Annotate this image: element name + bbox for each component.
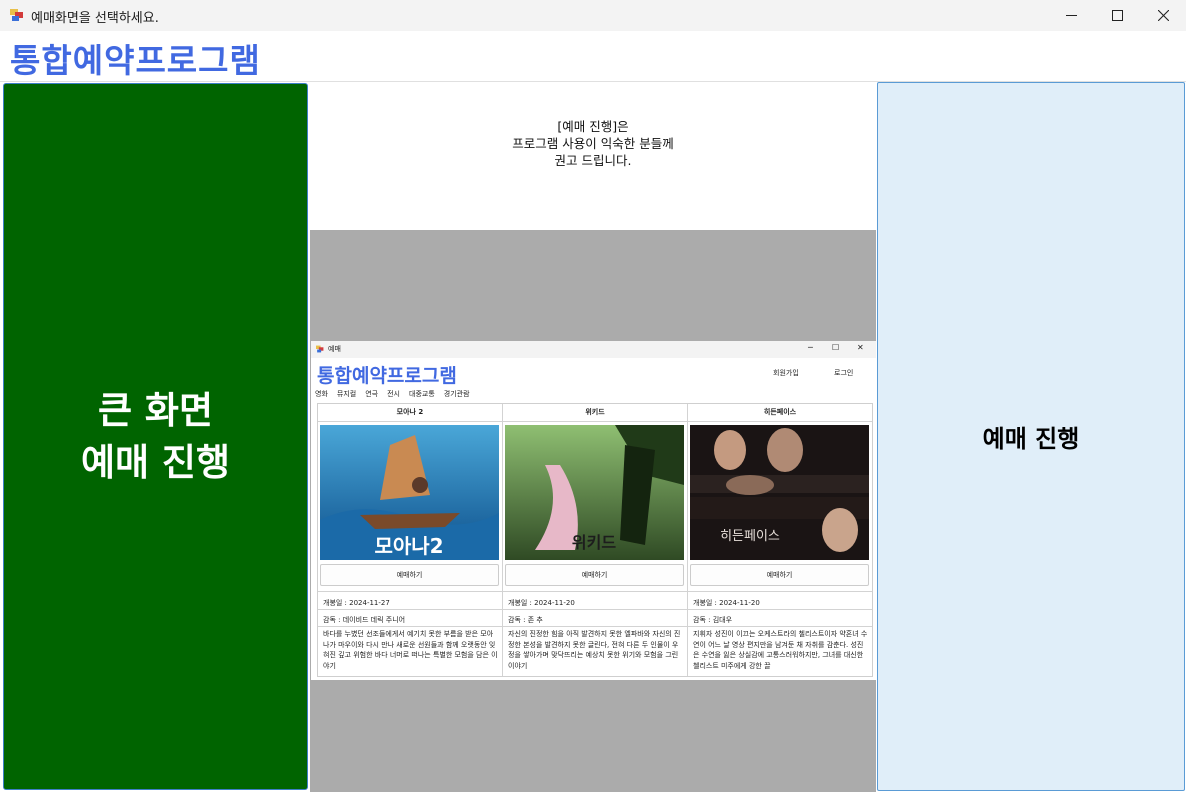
preview-signup-link: 회원가입	[773, 369, 799, 377]
minimize-button[interactable]	[1048, 0, 1094, 31]
movie-poster: 히든페이스	[690, 425, 869, 560]
poster-text: 모아나2	[374, 534, 443, 558]
preview-menu-item: 전시	[387, 390, 400, 398]
close-icon	[1157, 10, 1169, 21]
row-divider	[503, 626, 687, 627]
movie-title: 위키드	[503, 404, 687, 422]
movie-director: 감독 : 데이비드 데릭 주니어	[323, 616, 406, 624]
preview-app-icon	[316, 345, 324, 353]
movie-title: 히든페이스	[688, 404, 872, 422]
page-title: 통합예약프로그램	[10, 41, 261, 80]
preview-movie-card: 히든페이스 히든페이스 예매하기 개봉일 : 2024-11-20 감독 : 김…	[688, 404, 872, 676]
title-bar: 예매화면을 선택하세요.	[0, 0, 1186, 31]
movie-description: 지휘자 성진이 이끄는 오케스트라의 첼리스트이자 약혼녀 수연이 어느 날 영…	[693, 630, 868, 670]
booking-button[interactable]: 예매 진행	[877, 82, 1185, 791]
preview-maximize-icon: ☐	[832, 343, 840, 352]
preview-movie-card: 모아나 2 모아나2 예매하기 개봉일 : 2024-11-27 감독 : 데이…	[318, 404, 503, 676]
preview-menu-item: 경기관람	[443, 390, 470, 398]
preview-menu-item: 연극	[365, 390, 379, 398]
poster-text: 위키드	[572, 533, 616, 552]
movie-release-date: 개봉일 : 2024-11-20	[693, 599, 760, 607]
app-icon	[10, 9, 23, 21]
maximize-button[interactable]	[1094, 0, 1140, 31]
preview-screenshot: 예매 ─ ☐ ✕ 통합예약프로그램 회원가입 로그인 영화 뮤지컬 연극 전시 대중교통…	[311, 341, 876, 680]
preview-movie-grid: 모아나 2 모아나2 예매하기 개봉일 : 2024-11-27 감독 : 데이…	[317, 403, 873, 677]
preview-minimize-icon: ─	[808, 343, 813, 352]
preview-page-title: 통합예약프로그램	[317, 365, 457, 387]
row-divider	[318, 626, 502, 627]
close-button[interactable]	[1140, 0, 1186, 31]
preview-title-bar: 예매 ─ ☐ ✕	[311, 341, 876, 358]
row-divider	[318, 591, 502, 592]
row-divider	[503, 609, 687, 610]
movie-description: 바다를 누볐던 선조들에게서 예기치 못한 부름을 받은 모아나가 마우이와 다…	[323, 630, 498, 670]
preview-menu-item: 영화	[315, 390, 328, 398]
large-screen-booking-button[interactable]: 큰 화면 예매 진행	[3, 83, 308, 790]
booking-label: 예매 진행	[982, 425, 1080, 453]
booking-notice: [예매 진행]은 프로그램 사용이 익숙한 분들께 권고 드립니다.	[512, 119, 674, 168]
preview-menu-bar: 영화 뮤지컬 연극 전시 대중교통 경기관람	[315, 389, 479, 399]
row-divider	[503, 591, 687, 592]
preview-login-link: 로그인	[834, 369, 854, 377]
preview-menu-item: 뮤지컬	[336, 390, 357, 398]
row-divider	[318, 609, 502, 610]
preview-movie-card: 위키드 위키드 예매하기 개봉일 : 2024-11-20 감독 : 존 추 자…	[503, 404, 688, 676]
poster-text: 히든페이스	[720, 529, 780, 544]
large-screen-booking-label: 큰 화면 예매 진행	[80, 388, 231, 484]
movie-poster: 모아나2	[320, 425, 499, 560]
minimize-icon	[1065, 15, 1077, 16]
book-button: 예매하기	[320, 564, 499, 586]
movie-director: 감독 : 김대우	[693, 616, 733, 624]
row-divider	[688, 609, 872, 610]
movie-description: 자신의 진정한 힘을 아직 발견하지 못한 엘파바와 자신의 진정한 본성을 발…	[508, 630, 681, 670]
row-divider	[688, 591, 872, 592]
row-divider	[688, 626, 872, 627]
window-title: 예매화면을 선택하세요.	[31, 11, 159, 26]
movie-title: 모아나 2	[318, 404, 502, 422]
movie-poster: 위키드	[505, 425, 684, 560]
preview-menu-item: 대중교통	[409, 390, 435, 398]
maximize-icon	[1111, 10, 1123, 21]
book-button: 예매하기	[690, 564, 869, 586]
movie-release-date: 개봉일 : 2024-11-20	[508, 599, 575, 607]
movie-director: 감독 : 존 추	[508, 616, 543, 624]
movie-release-date: 개봉일 : 2024-11-27	[323, 599, 390, 607]
preview-close-icon: ✕	[857, 343, 864, 352]
book-button: 예매하기	[505, 564, 684, 586]
preview-window-title: 예매	[328, 345, 341, 353]
